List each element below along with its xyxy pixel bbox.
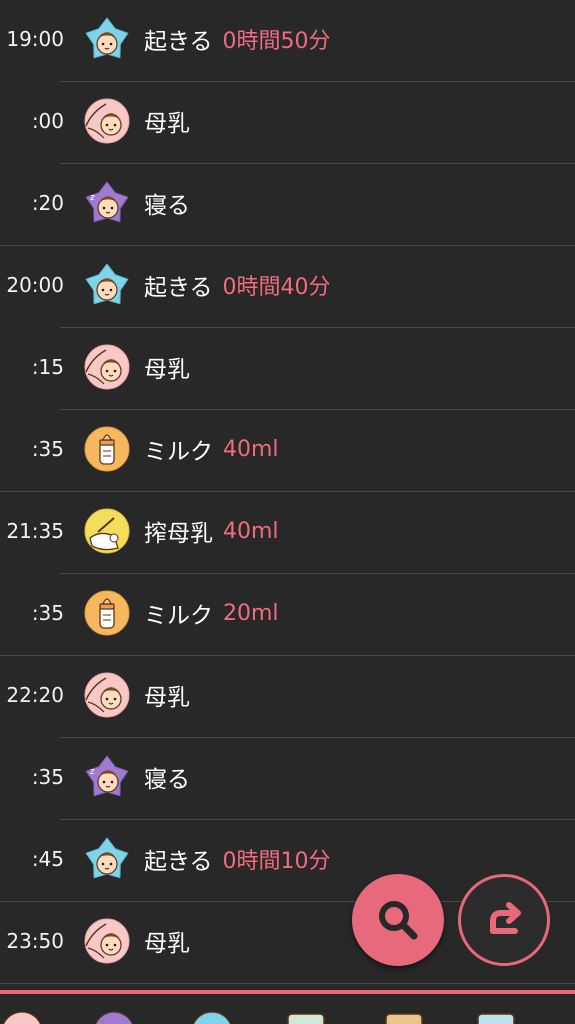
- log-row[interactable]: :00 母乳: [0, 82, 575, 164]
- activity-detail: 40ml: [223, 518, 279, 544]
- diaper-tab-icon[interactable]: [382, 1010, 426, 1024]
- search-button[interactable]: [352, 874, 444, 966]
- sleep-icon: z: [84, 754, 130, 800]
- milk-bottle-icon: [84, 590, 130, 636]
- activity-name: ミルク: [144, 603, 213, 629]
- activity-name: 母乳: [144, 685, 190, 711]
- log-row[interactable]: :35 z 寝る: [0, 738, 575, 820]
- activity-detail: 0時間40分: [222, 275, 331, 300]
- activity-name: 母乳: [144, 931, 190, 957]
- pumped-milk-icon: [84, 508, 130, 554]
- log-label: 母乳: [144, 656, 190, 734]
- log-label: 起きる 0時間50分: [144, 0, 331, 78]
- log-time: 22:20: [6, 683, 64, 707]
- activity-detail: 20ml: [223, 600, 279, 626]
- log-row[interactable]: 19:00 起きる 0時間50分: [0, 0, 575, 82]
- wake-icon: [84, 262, 130, 308]
- activity-name: 寝る: [144, 767, 190, 793]
- log-time: :35: [31, 765, 64, 789]
- activity-name: 母乳: [144, 111, 190, 137]
- search-icon: [379, 901, 418, 940]
- bath-tab-icon[interactable]: [474, 1010, 518, 1024]
- log-time: :20: [31, 191, 64, 215]
- log-time: 19:00: [6, 27, 64, 51]
- activity-name: 母乳: [144, 357, 190, 383]
- log-time: :45: [31, 847, 64, 871]
- redo-button[interactable]: [458, 874, 550, 966]
- log-time: :35: [31, 601, 64, 625]
- activity-name: 起きる: [144, 849, 213, 875]
- log-row[interactable]: 21:35 搾母乳 40ml: [0, 492, 575, 574]
- log-row[interactable]: :35 ミルク 40ml: [0, 410, 575, 492]
- breastfeed-icon: [84, 672, 130, 718]
- redo-arrow-icon: [490, 902, 521, 934]
- breastfeed-icon: [84, 918, 130, 964]
- activity-detail: 0時間50分: [222, 29, 331, 54]
- activity-name: 搾母乳: [144, 521, 213, 547]
- log-row[interactable]: :20 z 寝る: [0, 164, 575, 246]
- wake-icon: [84, 836, 130, 882]
- log-time: :15: [31, 355, 64, 379]
- log-row[interactable]: :15 母乳: [0, 328, 575, 410]
- activity-detail: 40ml: [223, 436, 279, 462]
- pumped-tab-icon[interactable]: [284, 1010, 328, 1024]
- log-label: 母乳: [144, 902, 190, 980]
- log-label: 搾母乳 40ml: [144, 492, 279, 570]
- log-time: 23:50: [6, 929, 64, 953]
- log-label: 起きる 0時間10分: [144, 820, 331, 898]
- log-label: 寝る: [144, 738, 190, 816]
- sleep-icon: z: [84, 180, 130, 226]
- breastfeed-icon: [84, 98, 130, 144]
- wake-icon: [84, 16, 130, 62]
- log-row[interactable]: 22:20 母乳: [0, 656, 575, 738]
- log-row[interactable]: 20:00 起きる 0時間40分: [0, 246, 575, 328]
- log-label: 起きる 0時間40分: [144, 246, 331, 324]
- log-time: :35: [31, 437, 64, 461]
- milk-bottle-icon: [84, 426, 130, 472]
- log-time: 21:35: [6, 519, 64, 543]
- breastfeed-tab-icon[interactable]: [0, 1010, 44, 1024]
- log-label: 母乳: [144, 82, 190, 160]
- activity-name: 起きる: [144, 275, 213, 301]
- activity-detail: 0時間10分: [222, 849, 331, 874]
- bottom-toolbar: [0, 990, 575, 1024]
- log-label: ミルク 20ml: [144, 574, 279, 652]
- log-label: 寝る: [144, 164, 190, 242]
- log-row[interactable]: :35 ミルク 20ml: [0, 574, 575, 656]
- sleep-tab-icon[interactable]: [92, 1010, 136, 1024]
- activity-name: 寝る: [144, 193, 190, 219]
- log-label: ミルク 40ml: [144, 410, 279, 488]
- log-time: :00: [31, 109, 64, 133]
- activity-log: 19:00 起きる 0時間50分 :00 母乳 :20 z 寝る 20:00 起きる 0時間…: [0, 0, 575, 984]
- log-label: 母乳: [144, 328, 190, 406]
- svg-text:z: z: [90, 193, 95, 203]
- log-time: 20:00: [6, 273, 64, 297]
- wake-tab-icon[interactable]: [190, 1010, 234, 1024]
- activity-name: 起きる: [144, 29, 213, 55]
- activity-name: ミルク: [144, 439, 213, 465]
- breastfeed-icon: [84, 344, 130, 390]
- svg-text:z: z: [90, 767, 95, 777]
